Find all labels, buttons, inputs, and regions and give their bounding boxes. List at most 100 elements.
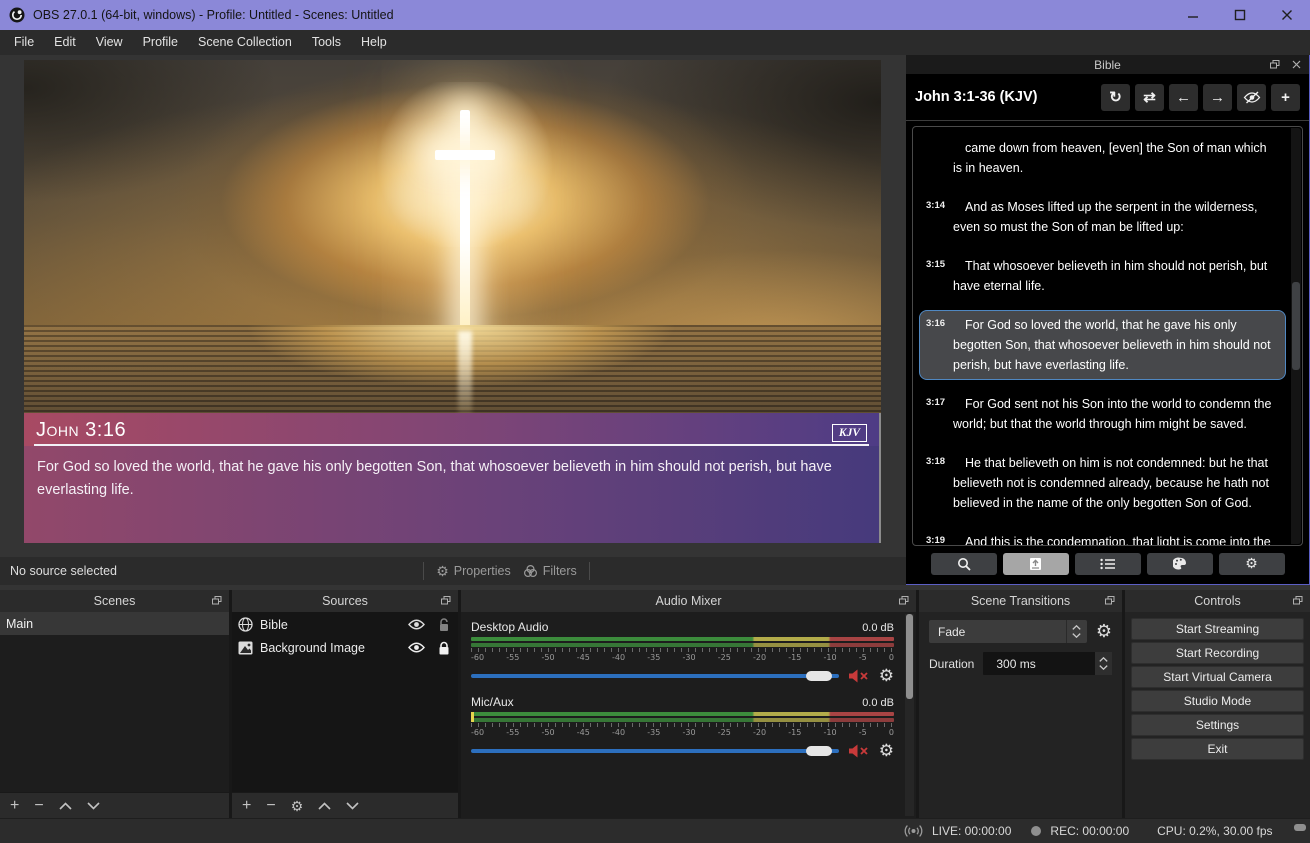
add-button[interactable]: +	[1271, 84, 1300, 111]
duration-spinner[interactable]	[1095, 652, 1112, 675]
float-dock-icon[interactable]	[1105, 596, 1115, 605]
cross-vertical	[460, 110, 470, 350]
eye-icon[interactable]	[408, 619, 425, 630]
volume-slider-handle[interactable]	[806, 746, 832, 756]
settings-tab-button[interactable]: ⚙	[1219, 553, 1285, 575]
menu-item[interactable]: Edit	[44, 30, 86, 55]
transition-settings-gear-icon[interactable]: ⚙	[1096, 623, 1112, 640]
scene-transitions-title: Scene Transitions	[971, 594, 1070, 608]
control-button[interactable]: Start Recording	[1131, 642, 1304, 664]
lock-icon[interactable]	[438, 641, 450, 655]
add-scene-button[interactable]: +	[10, 798, 19, 814]
mixer-scrollbar-thumb[interactable]	[906, 614, 913, 699]
verse-item[interactable]: 3:17 For God sent not his Son into the w…	[919, 389, 1286, 439]
verse-number: 3:17	[926, 394, 953, 434]
separator	[589, 562, 590, 580]
sources-header[interactable]: Sources	[232, 590, 458, 612]
control-button[interactable]: Settings	[1131, 714, 1304, 736]
verse-item[interactable]: 3:15 That whosoever believeth in him sho…	[919, 251, 1286, 301]
swap-button[interactable]: ⇄	[1135, 84, 1164, 111]
preview-canvas[interactable]: John 3:16 KJV For God so loved the world…	[24, 60, 881, 543]
menu-item[interactable]: Scene Collection	[188, 30, 302, 55]
meter-tick-labels: -60-55-50-45-40-35-30-25-20-15-10-50	[471, 728, 894, 737]
filters-button[interactable]: Filters	[523, 564, 577, 578]
list-tab-button[interactable]	[1075, 553, 1141, 575]
remove-scene-button[interactable]: −	[34, 798, 43, 814]
scenes-header[interactable]: Scenes	[0, 590, 229, 612]
move-scene-down-button[interactable]	[87, 802, 100, 810]
mute-icon[interactable]	[848, 668, 870, 684]
scene-transitions-header[interactable]: Scene Transitions	[919, 590, 1122, 612]
menu-item[interactable]: Profile	[133, 30, 188, 55]
move-source-down-button[interactable]	[346, 802, 359, 810]
gear-icon: ⚙	[436, 563, 449, 580]
control-button[interactable]: Studio Mode	[1131, 690, 1304, 712]
refresh-icon: ↻	[1109, 88, 1122, 106]
passage-tab-button[interactable]	[1003, 553, 1069, 575]
menu-item[interactable]: File	[4, 30, 44, 55]
sources-toolbar: + − ⚙	[232, 792, 458, 818]
volume-slider[interactable]	[471, 744, 839, 758]
verse-body: He that believeth on him is not condemne…	[953, 453, 1279, 513]
transition-select[interactable]: Fade	[929, 620, 1087, 643]
control-button[interactable]: Exit	[1131, 738, 1304, 760]
verse-item[interactable]: came down from heaven, [even] the Son of…	[919, 133, 1286, 183]
mute-icon[interactable]	[848, 743, 870, 759]
add-source-button[interactable]: +	[242, 798, 251, 814]
tick-label: -60	[471, 653, 484, 662]
control-button[interactable]: Start Virtual Camera	[1131, 666, 1304, 688]
verse-item[interactable]: 3:19 And this is the condemnation, that …	[919, 527, 1286, 545]
tick-label: -5	[859, 728, 867, 737]
close-button[interactable]	[1263, 0, 1310, 30]
float-dock-icon[interactable]	[899, 596, 909, 605]
volume-meter: -60-55-50-45-40-35-30-25-20-15-10-50	[471, 637, 894, 662]
maximize-button[interactable]	[1216, 0, 1263, 30]
mixer-scrollbar[interactable]	[905, 614, 914, 816]
minimize-button[interactable]	[1169, 0, 1216, 30]
hide-button[interactable]	[1237, 84, 1266, 111]
previous-button[interactable]: ←	[1169, 84, 1198, 111]
scene-item[interactable]: Main	[0, 612, 229, 635]
source-row-bible[interactable]: Bible	[232, 613, 458, 636]
menu-item[interactable]: Tools	[302, 30, 351, 55]
volume-slider[interactable]	[471, 669, 839, 683]
float-dock-icon[interactable]	[1293, 596, 1303, 605]
arrow-left-icon: ←	[1176, 89, 1191, 106]
verse-scrollbar-thumb[interactable]	[1292, 282, 1300, 370]
select-spinner[interactable]	[1066, 620, 1087, 643]
properties-button[interactable]: ⚙ Properties	[436, 563, 511, 580]
eye-icon[interactable]	[408, 642, 425, 653]
menu-item[interactable]: Help	[351, 30, 397, 55]
channel-settings-gear-icon[interactable]: ⚙	[879, 742, 894, 759]
next-button[interactable]: →	[1203, 84, 1232, 111]
volume-slider-handle[interactable]	[806, 671, 832, 681]
unlock-icon[interactable]	[438, 618, 450, 632]
float-dock-icon[interactable]	[441, 596, 451, 605]
duration-input[interactable]: 300 ms	[983, 652, 1112, 675]
verse-item[interactable]: 3:16 For God so loved the world, that he…	[919, 310, 1286, 380]
channel-settings-gear-icon[interactable]: ⚙	[879, 667, 894, 684]
controls-header[interactable]: Controls	[1125, 590, 1310, 612]
menu-item[interactable]: View	[86, 30, 133, 55]
verse-scrollbar[interactable]	[1291, 128, 1301, 544]
control-button[interactable]: Start Streaming	[1131, 618, 1304, 640]
remove-source-button[interactable]: −	[266, 798, 275, 814]
verse-item[interactable]: 3:18 He that believeth on him is not con…	[919, 448, 1286, 518]
search-tab-button[interactable]	[931, 553, 997, 575]
bible-dock-titlebar[interactable]: Bible	[906, 55, 1309, 74]
close-dock-icon[interactable]	[1292, 60, 1301, 69]
refresh-button[interactable]: ↻	[1101, 84, 1130, 111]
verse-body: For God sent not his Son into the world …	[953, 394, 1279, 434]
source-properties-button[interactable]: ⚙	[291, 798, 304, 814]
theme-tab-button[interactable]	[1147, 553, 1213, 575]
float-dock-icon[interactable]	[1270, 60, 1280, 69]
verse-item[interactable]: 3:14 And as Moses lifted up the serpent …	[919, 192, 1286, 242]
resize-grip[interactable]	[1294, 824, 1306, 831]
move-scene-up-button[interactable]	[59, 802, 72, 810]
float-dock-icon[interactable]	[212, 596, 222, 605]
scene-transitions-body: Fade ⚙ Duration 300 ms	[919, 612, 1122, 818]
audio-mixer-header[interactable]: Audio Mixer	[461, 590, 916, 612]
meter-bar-left	[471, 712, 894, 716]
move-source-up-button[interactable]	[318, 802, 331, 810]
source-row-background-image[interactable]: Background Image	[232, 636, 458, 659]
